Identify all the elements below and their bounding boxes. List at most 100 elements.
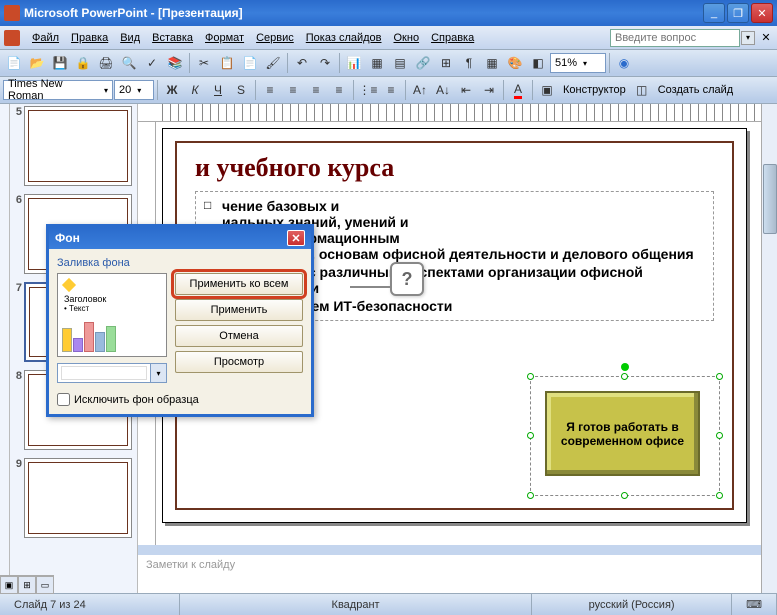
redo-icon[interactable]: ↷ xyxy=(314,52,336,74)
close-button[interactable]: ✕ xyxy=(751,3,773,23)
grayscale-icon[interactable]: ◧ xyxy=(527,52,549,74)
spelling-icon[interactable]: ✓ xyxy=(141,52,163,74)
italic-button[interactable]: К xyxy=(184,79,206,101)
menu-slideshow[interactable]: Показ слайдов xyxy=(300,30,388,46)
align-left-icon[interactable]: ≡ xyxy=(259,79,281,101)
expand-icon[interactable]: ⊞ xyxy=(435,52,457,74)
cut-icon[interactable]: ✂ xyxy=(193,52,215,74)
decrease-indent-icon[interactable]: ⇤ xyxy=(455,79,477,101)
view-buttons: ▣ ⊞ ▭ xyxy=(10,575,54,593)
slideshow-view-button[interactable]: ▭ xyxy=(36,576,54,593)
slide-title[interactable]: и учебного курса xyxy=(195,153,714,183)
help-search-input[interactable] xyxy=(610,29,740,47)
help-icon[interactable]: ◉ xyxy=(613,52,635,74)
status-spell-icon[interactable]: ⌨ xyxy=(732,594,777,615)
resize-handle[interactable] xyxy=(527,373,534,380)
new-icon[interactable]: 📄 xyxy=(3,52,25,74)
dialog-close-button[interactable]: ✕ xyxy=(287,230,305,246)
exclude-master-checkbox[interactable]: Исключить фон образца xyxy=(57,393,303,406)
menu-edit[interactable]: Правка xyxy=(65,30,114,46)
save-icon[interactable]: 💾 xyxy=(49,52,71,74)
scrollbar-thumb[interactable] xyxy=(763,164,777,234)
new-slide-icon[interactable]: ◫ xyxy=(631,79,653,101)
checkbox-label: Исключить фон образца xyxy=(74,394,199,406)
color-icon[interactable]: 🎨 xyxy=(504,52,526,74)
open-icon[interactable]: 📂 xyxy=(26,52,48,74)
resize-handle[interactable] xyxy=(716,373,723,380)
undo-icon[interactable]: ↶ xyxy=(291,52,313,74)
notes-pane[interactable]: Заметки к слайду xyxy=(138,551,761,593)
maximize-button[interactable]: ❐ xyxy=(727,3,749,23)
menu-help[interactable]: Справка xyxy=(425,30,480,46)
print-preview-icon[interactable]: 🔍 xyxy=(118,52,140,74)
bold-button[interactable]: Ж xyxy=(161,79,183,101)
slide-thumbnail[interactable] xyxy=(24,458,132,538)
underline-button[interactable]: Ч xyxy=(207,79,229,101)
resize-handle[interactable] xyxy=(621,373,628,380)
bullets-icon[interactable]: ≡ xyxy=(380,79,402,101)
dialog-titlebar[interactable]: Фон ✕ xyxy=(49,227,311,249)
menu-file[interactable]: Файл xyxy=(26,30,65,46)
dropdown-icon[interactable]: ▾ xyxy=(150,364,166,382)
cancel-button[interactable]: Отмена xyxy=(175,325,303,347)
bevel-shape[interactable]: Я готов работать в современном офисе xyxy=(545,391,700,476)
increase-indent-icon[interactable]: ⇥ xyxy=(478,79,500,101)
chart-icon[interactable]: 📊 xyxy=(343,52,365,74)
align-center-icon[interactable]: ≡ xyxy=(282,79,304,101)
resize-handle[interactable] xyxy=(527,432,534,439)
font-color-icon[interactable]: A xyxy=(507,79,529,101)
menu-format[interactable]: Формат xyxy=(199,30,250,46)
thumb-number: 6 xyxy=(12,194,24,274)
resize-handle[interactable] xyxy=(527,492,534,499)
dropdown-icon[interactable]: ▾ xyxy=(741,31,755,45)
menu-window[interactable]: Окно xyxy=(388,30,426,46)
justify-icon[interactable]: ≡ xyxy=(328,79,350,101)
numbering-icon[interactable]: ⋮≡ xyxy=(357,79,379,101)
grid-icon[interactable]: ▦ xyxy=(481,52,503,74)
resize-handle[interactable] xyxy=(716,492,723,499)
normal-view-button[interactable]: ▣ xyxy=(10,576,18,593)
permissions-icon[interactable]: 🔒 xyxy=(72,52,94,74)
minimize-button[interactable]: _ xyxy=(703,3,725,23)
font-combo[interactable]: Times New Roman▾ xyxy=(3,80,113,100)
outline-tab-strip[interactable] xyxy=(0,104,10,593)
fill-color-combo[interactable]: ▾ xyxy=(57,363,167,383)
rotation-handle-icon[interactable] xyxy=(621,363,629,371)
copy-icon[interactable]: 📋 xyxy=(216,52,238,74)
preview-button[interactable]: Просмотр xyxy=(175,351,303,373)
zoom-combo[interactable]: 51%▾ xyxy=(550,53,606,73)
table-icon[interactable]: ▦ xyxy=(366,52,388,74)
apply-to-all-button[interactable]: Применить ко всем xyxy=(175,273,303,295)
resize-handle[interactable] xyxy=(716,432,723,439)
resize-handle[interactable] xyxy=(621,492,628,499)
vertical-scrollbar[interactable] xyxy=(761,104,777,593)
preview-bullet: Текст xyxy=(69,304,89,313)
checkbox-input[interactable] xyxy=(57,393,70,406)
hyperlink-icon[interactable]: 🔗 xyxy=(412,52,434,74)
sorter-view-button[interactable]: ⊞ xyxy=(18,576,36,593)
new-slide-button[interactable]: Создать слайд xyxy=(654,84,737,96)
designer-button[interactable]: Конструктор xyxy=(559,84,630,96)
selected-shape-frame[interactable]: Я готов работать в современном офисе xyxy=(530,376,720,496)
size-combo[interactable]: 20▾ xyxy=(114,80,154,100)
align-right-icon[interactable]: ≡ xyxy=(305,79,327,101)
show-formatting-icon[interactable]: ¶ xyxy=(458,52,480,74)
status-language[interactable]: русский (Россия) xyxy=(532,594,732,615)
menu-insert[interactable]: Вставка xyxy=(146,30,199,46)
menu-tools[interactable]: Сервис xyxy=(250,30,300,46)
research-icon[interactable]: 📚 xyxy=(164,52,186,74)
menu-view[interactable]: Вид xyxy=(114,30,146,46)
print-icon[interactable]: 🖨 xyxy=(95,52,117,74)
design-icon[interactable]: ▣ xyxy=(536,79,558,101)
doc-close-button[interactable]: ✕ xyxy=(759,31,773,45)
apply-button[interactable]: Применить xyxy=(175,299,303,321)
slide-thumbnail[interactable] xyxy=(24,106,132,186)
statusbar: Слайд 7 из 24 Квадрант русский (Россия) … xyxy=(0,593,777,615)
decrease-font-icon[interactable]: A↓ xyxy=(432,79,454,101)
tables-borders-icon[interactable]: ▤ xyxy=(389,52,411,74)
paste-icon[interactable]: 📄 xyxy=(239,52,261,74)
increase-font-icon[interactable]: A↑ xyxy=(409,79,431,101)
format-painter-icon[interactable]: 🖌 xyxy=(262,52,284,74)
shadow-button[interactable]: S xyxy=(230,79,252,101)
thumb-number: 9 xyxy=(12,458,24,538)
